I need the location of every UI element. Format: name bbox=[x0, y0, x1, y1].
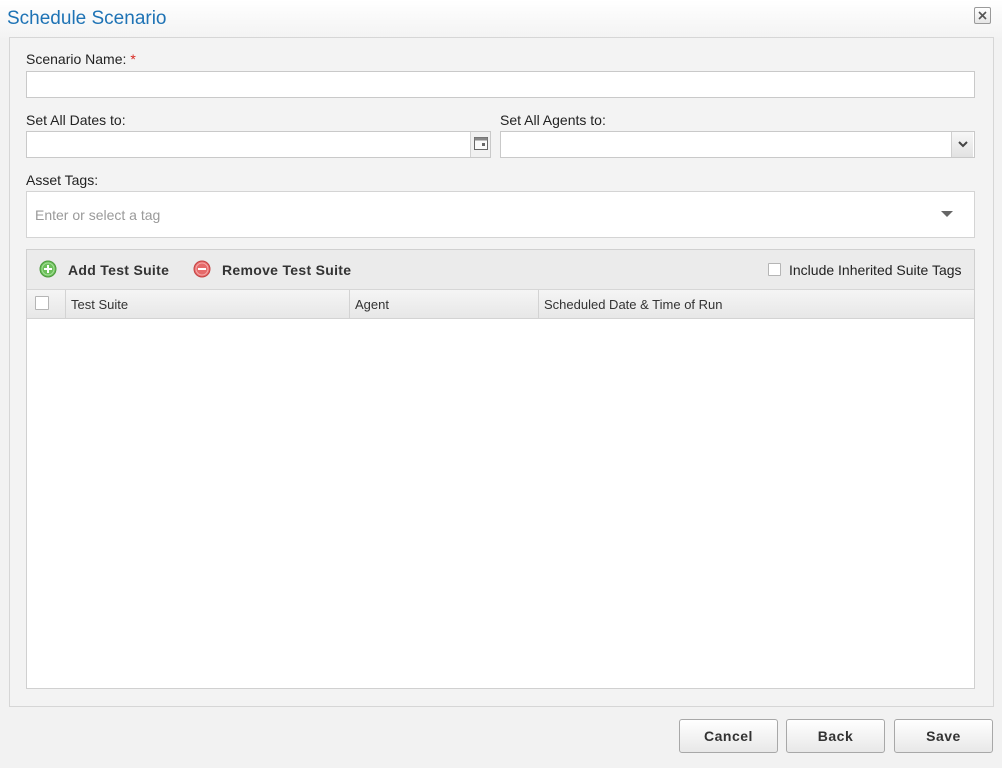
column-header-scheduled-date[interactable]: Scheduled Date & Time of Run bbox=[539, 290, 974, 318]
calendar-icon bbox=[474, 137, 488, 150]
set-all-dates-input[interactable] bbox=[26, 131, 491, 158]
set-all-agents-select[interactable] bbox=[500, 131, 975, 158]
close-icon bbox=[978, 11, 987, 20]
required-marker: * bbox=[130, 51, 136, 67]
include-inherited-checkbox[interactable] bbox=[768, 263, 781, 276]
dialog-title-bar: Schedule Scenario bbox=[0, 0, 1002, 38]
remove-test-suite-button[interactable]: Remove Test Suite bbox=[193, 260, 368, 280]
header-select-all-cell bbox=[27, 290, 66, 318]
set-all-dates-label: Set All Dates to: bbox=[26, 112, 126, 128]
test-suite-grid: Add Test Suite Remove Test Suite Include… bbox=[26, 249, 975, 689]
back-button[interactable]: Back bbox=[786, 719, 885, 753]
set-all-agents-label: Set All Agents to: bbox=[500, 112, 606, 128]
scenario-name-input[interactable] bbox=[26, 71, 975, 98]
include-inherited-label: Include Inherited Suite Tags bbox=[789, 262, 962, 278]
caret-down-icon[interactable] bbox=[940, 210, 954, 218]
add-test-suite-button[interactable]: Add Test Suite bbox=[39, 260, 179, 280]
grid-toolbar: Add Test Suite Remove Test Suite Include… bbox=[27, 250, 974, 290]
remove-circle-icon bbox=[193, 260, 211, 278]
remove-test-suite-label: Remove Test Suite bbox=[222, 262, 352, 278]
dialog-title: Schedule Scenario bbox=[7, 8, 167, 29]
date-picker-button[interactable] bbox=[470, 132, 490, 157]
close-button[interactable] bbox=[974, 7, 991, 24]
cancel-button[interactable]: Cancel bbox=[679, 719, 778, 753]
save-button[interactable]: Save bbox=[894, 719, 993, 753]
asset-tags-input[interactable]: Enter or select a tag bbox=[26, 191, 975, 238]
chevron-down-icon bbox=[958, 141, 968, 148]
add-test-suite-label: Add Test Suite bbox=[68, 262, 170, 278]
select-all-checkbox[interactable] bbox=[35, 296, 49, 310]
schedule-scenario-dialog: Schedule Scenario Scenario Name: * Set Al… bbox=[0, 0, 1002, 768]
column-header-agent[interactable]: Agent bbox=[350, 290, 539, 318]
asset-tags-label: Asset Tags: bbox=[26, 172, 99, 188]
agents-dropdown-button[interactable] bbox=[951, 132, 973, 157]
asset-tags-placeholder: Enter or select a tag bbox=[35, 207, 161, 223]
add-circle-icon bbox=[39, 260, 57, 278]
column-header-test-suite[interactable]: Test Suite bbox=[66, 290, 350, 318]
scenario-name-label: Scenario Name: * bbox=[26, 51, 136, 67]
grid-header: Test Suite Agent Scheduled Date & Time o… bbox=[27, 290, 974, 319]
